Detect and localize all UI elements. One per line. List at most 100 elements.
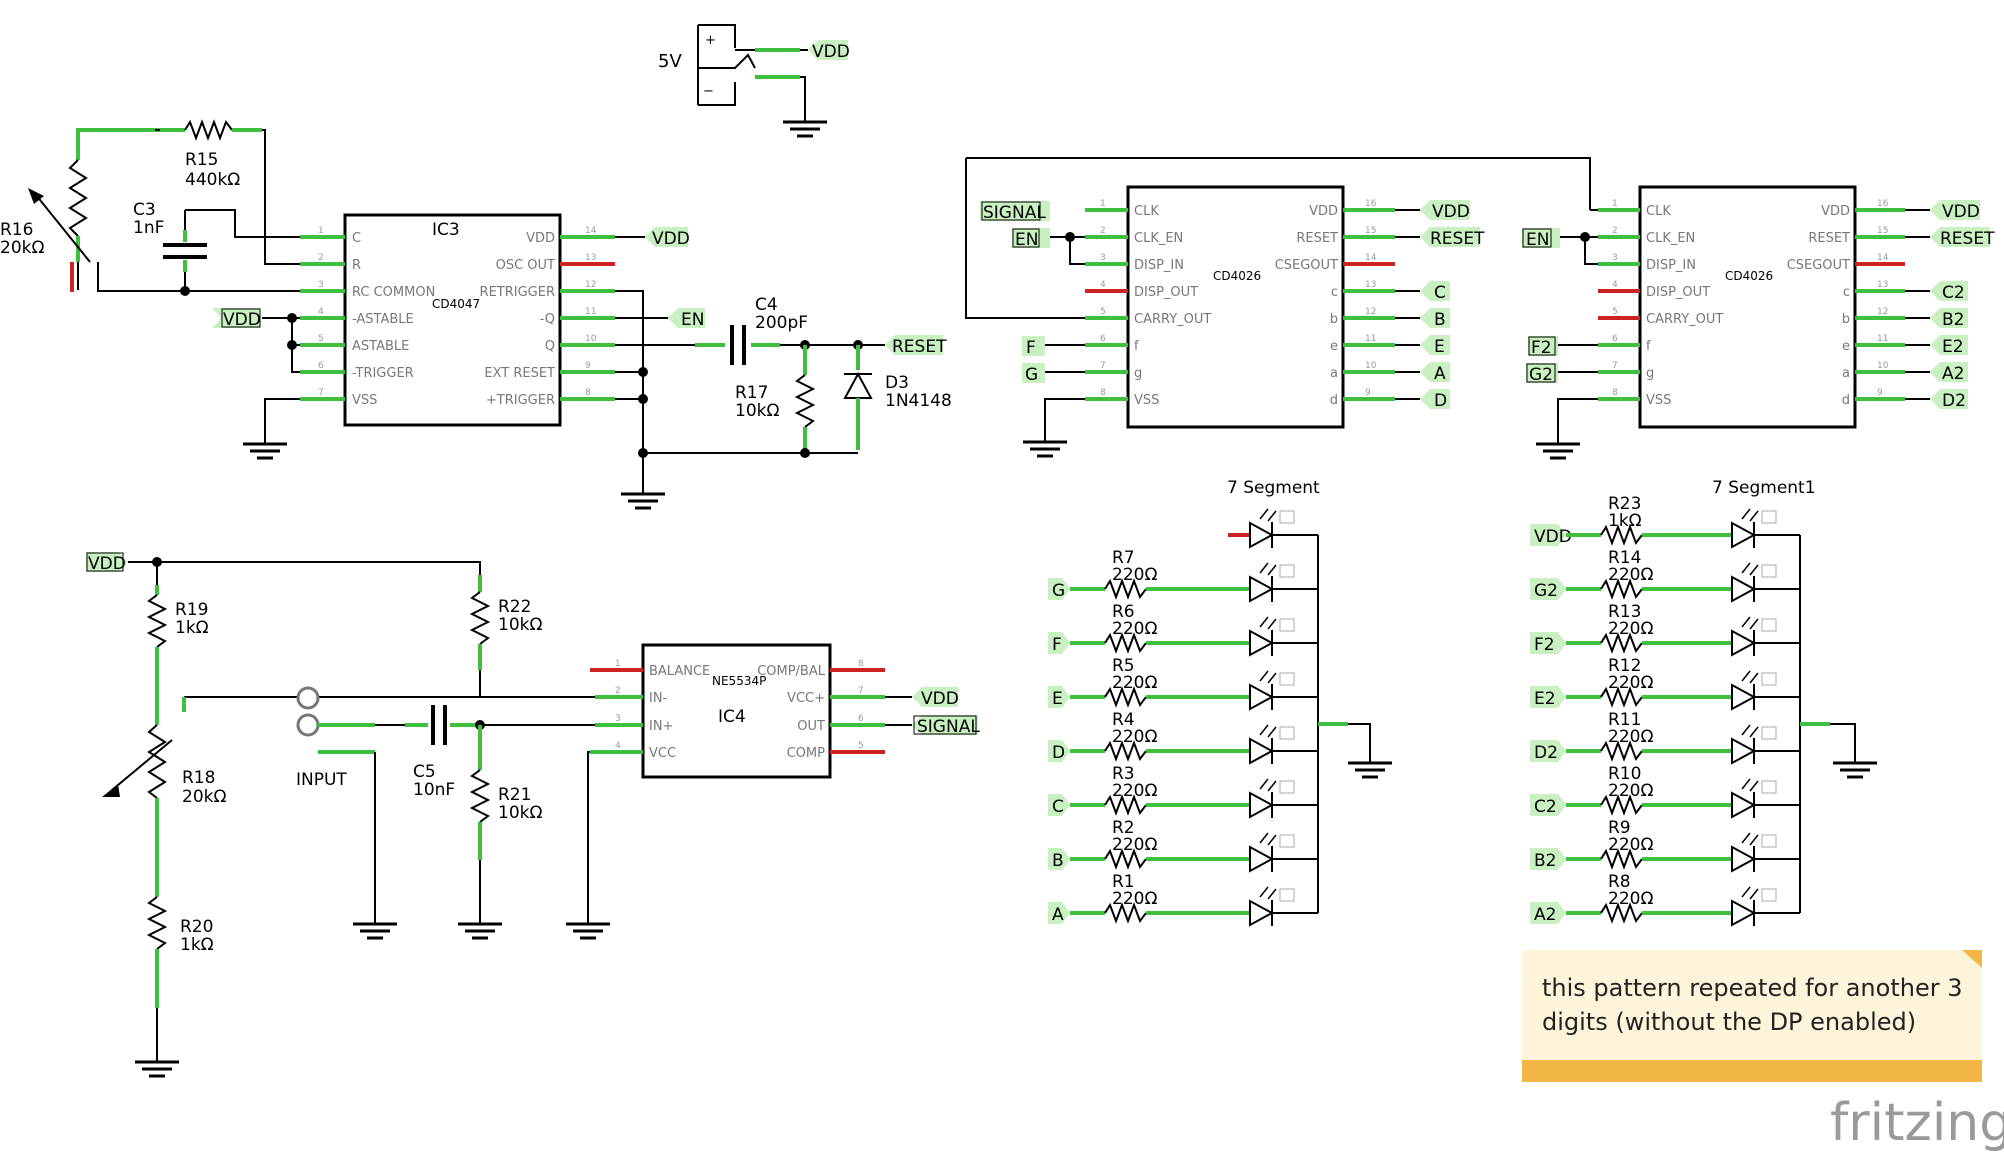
net-d: D (1434, 391, 1447, 411)
c3-value: 1nF (133, 218, 164, 238)
display1-row-3: ER5220Ω (1048, 656, 1318, 711)
vdd-net-label: VDD (921, 689, 959, 709)
vdd-net-label: VDD (88, 554, 126, 574)
display2-res-value: 220Ω (1608, 889, 1653, 909)
display2-net-label: D2 (1534, 743, 1558, 763)
display1-led-icon (1249, 670, 1295, 711)
display2-res-value: 220Ω (1608, 781, 1653, 801)
ic3-pin-num-6: 6 (318, 361, 324, 371)
ic3-pin-neg-astable: -ASTABLE (352, 312, 414, 327)
counter1-part: CD4026 (1213, 269, 1261, 283)
display2-net-port: E2 (1530, 686, 1566, 709)
net-b2: B2 (1942, 310, 1964, 330)
r19-value: 1kΩ (175, 618, 209, 638)
ic3-pin-num-8: 8 (585, 388, 591, 398)
ic3-pin-neg-q: -Q (540, 312, 555, 327)
display1-row-6: BR2220Ω (1048, 818, 1318, 873)
display2-res-value: 1kΩ (1608, 511, 1642, 531)
display2-row-5: C2R10220Ω (1530, 764, 1800, 819)
display2-led-icon (1731, 832, 1777, 873)
input-label: INPUT (296, 770, 347, 790)
r21-value: 10kΩ (498, 803, 542, 823)
pin-num-2: 2 (1100, 226, 1106, 236)
pin-num-4: 4 (1612, 280, 1618, 290)
display2-row-0: VDDR231kΩ (1530, 494, 1800, 549)
pin-disp-out: DISP_OUT (1646, 285, 1710, 300)
display1-net-label: C (1052, 797, 1064, 817)
display1-net-label: F (1052, 635, 1062, 655)
ic3-ref: IC3 (432, 220, 460, 240)
vdd-port-jack: VDD (808, 40, 850, 62)
pin-a: a (1330, 366, 1338, 381)
pin-f: f (1134, 339, 1139, 354)
display2-row-4: D2R11220Ω (1530, 710, 1800, 765)
pin-num-6: 6 (1612, 334, 1618, 344)
display1-led-icon (1249, 832, 1295, 873)
pin-reset: RESET (1808, 231, 1850, 246)
net-en: EN (1526, 230, 1549, 250)
ic4-pin-vcc-pos: VCC+ (787, 691, 825, 706)
display2-net-port: G2 (1530, 578, 1566, 601)
pin-num-12: 12 (1365, 307, 1376, 317)
display1-res-value: 220Ω (1112, 619, 1157, 639)
net-c: C (1434, 283, 1446, 303)
pin-a: a (1842, 366, 1850, 381)
display1-net-port: D (1048, 740, 1070, 763)
display2-net-port: VDD (1530, 524, 1572, 547)
ic4-pin-in-neg: IN- (649, 691, 668, 706)
reset-port-ic3: RESET (885, 335, 947, 357)
ic3-pin-num-7: 7 (318, 388, 324, 398)
note-card: this pattern repeated for another 3 digi… (1522, 950, 1982, 1082)
pin-num-14: 14 (1365, 253, 1377, 263)
display2-net-port: F2 (1530, 632, 1566, 655)
ic3-pin-num-12: 12 (585, 280, 596, 290)
pin-num-2: 2 (1612, 226, 1618, 236)
seven-segment-display-2: 7 Segment1 VDDR231kΩG2R14220ΩF2R13220ΩE2… (1530, 478, 1879, 927)
svg-text:+: + (705, 33, 716, 48)
ic4-pin-num-5: 5 (858, 741, 864, 751)
ic4-pin-comp-bal: COMP/BAL (757, 664, 826, 679)
pin-num-1: 1 (1612, 199, 1618, 209)
pin-c: c (1843, 285, 1850, 300)
en-port-ic3: EN (668, 308, 705, 330)
pin-vss: VSS (1134, 393, 1159, 408)
pin-num-16: 16 (1365, 199, 1377, 209)
ic4-pin-vcc: VCC (649, 746, 676, 761)
display1-row-4: DR4220Ω (1048, 710, 1318, 765)
ic3-pin-neg-trigger: -TRIGGER (352, 366, 414, 381)
display1-led-icon (1249, 886, 1295, 927)
vdd-net-label: VDD (223, 310, 261, 330)
display2-led-icon (1731, 670, 1777, 711)
display2-net-label: B2 (1534, 851, 1556, 871)
c4-value: 200pF (755, 313, 808, 333)
display1-row-2: FR6220Ω (1048, 602, 1318, 657)
pin-e: e (1842, 339, 1850, 354)
d3-ref: D3 (885, 373, 909, 393)
display2-led-icon (1731, 886, 1777, 927)
display2-res-value: 220Ω (1608, 565, 1653, 585)
pin-num-9: 9 (1877, 388, 1883, 398)
pin-num-6: 6 (1100, 334, 1106, 344)
r18-value: 20kΩ (182, 787, 226, 807)
r16-ref: R16 (0, 220, 33, 240)
display1-led-icon (1249, 562, 1295, 603)
ic4-pin-num-4: 4 (615, 741, 621, 751)
pin-disp-in: DISP_IN (1646, 258, 1696, 273)
signal-port-ic4: SIGNAL (912, 715, 980, 737)
pin-num-10: 10 (1365, 361, 1377, 371)
display2-net-label: A2 (1534, 905, 1556, 925)
display2-net-port: D2 (1530, 740, 1566, 763)
pin-d: d (1842, 393, 1850, 408)
net-g2: G2 (1529, 365, 1553, 385)
ic3-pin-c: C (352, 231, 361, 246)
pin-f: f (1646, 339, 1651, 354)
display2-net-label: E2 (1534, 689, 1556, 709)
pin-num-8: 8 (1612, 388, 1618, 398)
ic4-pin-out: OUT (797, 719, 825, 734)
net-signal: SIGNAL (983, 203, 1046, 223)
pin-num-3: 3 (1100, 253, 1106, 263)
counter1-cd4026: CD4026 CLK CLK_EN DISP_IN DISP_OUT CARRY… (965, 157, 1591, 458)
pin-num-15: 15 (1365, 226, 1376, 236)
input-bias-network: VDD R19 1kΩ R18 20kΩ R20 1kΩ R22 10kΩ IN… (86, 552, 595, 1078)
ic3-pin-pos-trigger: +TRIGGER (486, 393, 555, 408)
